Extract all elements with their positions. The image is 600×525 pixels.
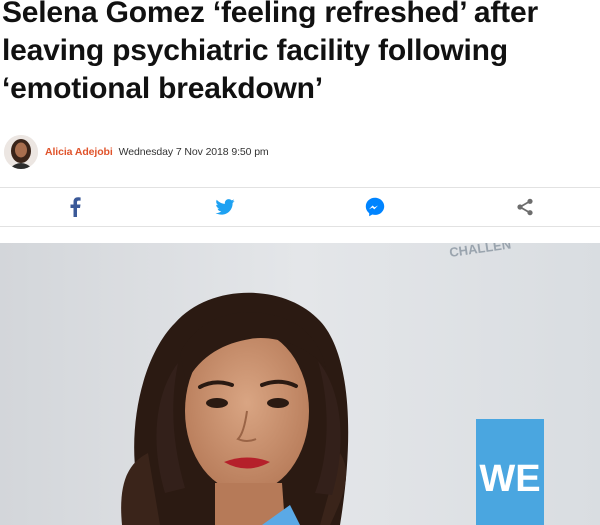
article-page: Selena Gomez ‘feeling refreshed’ after l… (0, 0, 600, 525)
twitter-icon (215, 199, 235, 215)
publish-date: Wednesday 7 Nov 2018 9:50 pm (118, 146, 269, 158)
author-avatar[interactable] (4, 135, 38, 169)
we-logo: WE (476, 419, 544, 525)
facebook-icon (69, 197, 81, 217)
hero-image[interactable]: CHALLEN WE (0, 243, 600, 525)
messenger-share-button[interactable] (300, 188, 450, 226)
share-bar (0, 187, 600, 227)
article-headline: Selena Gomez ‘feeling refreshed’ after l… (2, 0, 538, 105)
share-icon (516, 198, 534, 216)
byline: Alicia Adejobi Wednesday 7 Nov 2018 9:50… (4, 133, 269, 171)
messenger-icon (365, 197, 385, 217)
share-button[interactable] (450, 188, 600, 226)
author-name[interactable]: Alicia Adejobi (45, 146, 113, 158)
svg-text:WE: WE (479, 458, 540, 500)
twitter-share-button[interactable] (150, 188, 300, 226)
facebook-share-button[interactable] (0, 188, 150, 226)
